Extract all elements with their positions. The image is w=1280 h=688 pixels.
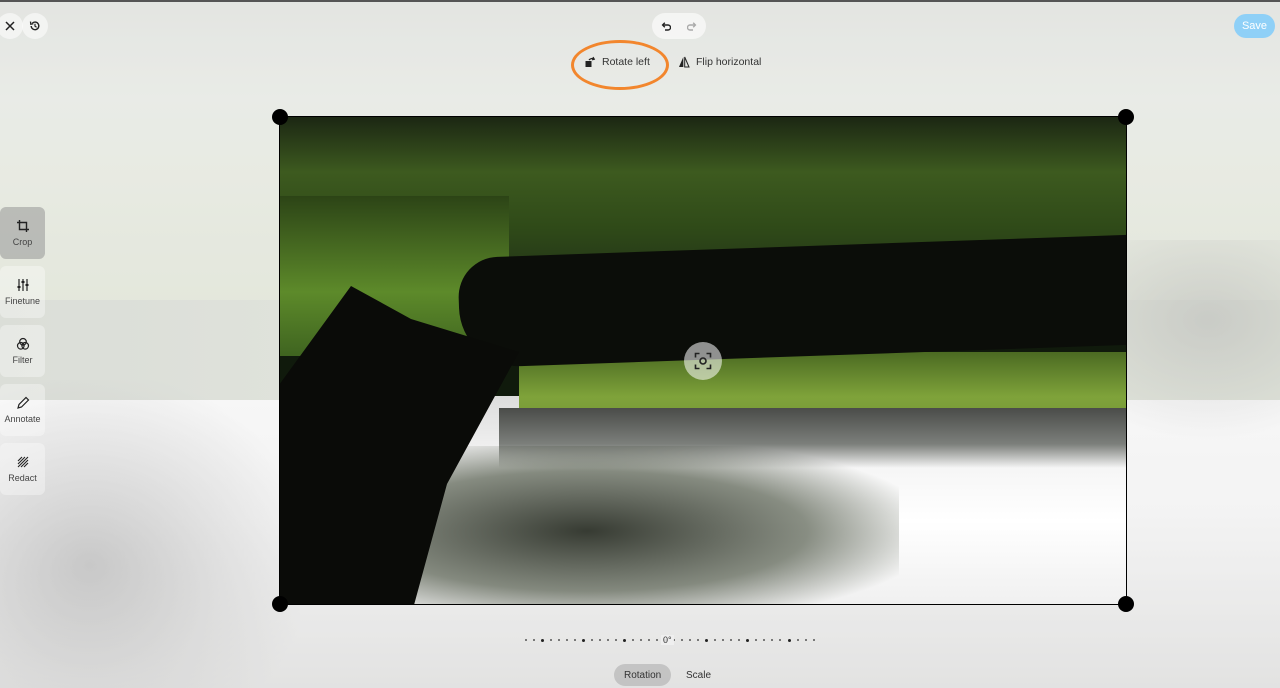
sidebar-item-annotate[interactable]: Annotate (0, 384, 45, 436)
filter-circles-icon (16, 337, 29, 350)
rotation-dial-tick (722, 639, 725, 641)
rotation-value: 0° (661, 635, 674, 645)
sidebar-item-redact[interactable]: Redact (0, 443, 45, 495)
undo-button[interactable] (652, 13, 679, 39)
history-icon (29, 21, 40, 31)
sidebar-item-label: Annotate (4, 414, 41, 424)
crop-icon (16, 220, 29, 232)
sidebar-item-filter[interactable]: Filter (0, 325, 45, 377)
sidebar-item-label: Crop (12, 237, 33, 247)
redo-icon (687, 21, 697, 31)
editor-sidebar: Crop Finetune Filter Annotate Redact (0, 207, 46, 502)
rotation-dial-tick (779, 639, 782, 641)
save-button[interactable]: Save (1234, 14, 1275, 38)
recenter-button[interactable] (684, 342, 722, 380)
revert-button[interactable] (22, 13, 48, 39)
history-controls (652, 13, 706, 39)
rotation-dial-tick (533, 639, 536, 641)
rotation-dial-tick (648, 639, 651, 641)
sidebar-item-label: Redact (8, 473, 37, 483)
rotation-dial-tick (763, 639, 766, 641)
crop-handle-bottom-right[interactable] (1118, 596, 1134, 612)
rotation-dial-tick (697, 639, 700, 641)
window-top-border (0, 0, 1280, 2)
rotation-dial-tick (681, 639, 684, 641)
rotation-dial-tick (599, 639, 602, 641)
sidebar-item-label: Filter (12, 355, 33, 365)
rotation-dial-tick (640, 639, 643, 641)
highlight-annotation (571, 40, 669, 90)
rotation-dial-tick (607, 639, 610, 641)
recenter-icon (694, 352, 712, 370)
rotation-dial-tick (746, 638, 750, 642)
rotation-dial-tick (812, 639, 815, 641)
flip-horizontal-button[interactable]: Flip horizontal (678, 50, 761, 74)
sidebar-item-crop[interactable]: Crop (0, 207, 45, 259)
tab-rotation[interactable]: Rotation (614, 664, 672, 686)
rotation-dial-tick (705, 638, 709, 642)
pencil-icon (16, 396, 29, 409)
rotation-dial-tick (689, 639, 692, 641)
crop-handle-top-left[interactable] (272, 109, 288, 125)
redo-button[interactable] (679, 13, 706, 39)
sliders-icon (17, 279, 28, 291)
rotation-dial-tick (796, 639, 799, 641)
rotation-dial-tick (787, 638, 791, 642)
rotation-dial-tick (566, 639, 569, 641)
flip-horizontal-label: Flip horizontal (696, 56, 762, 68)
rotation-dial-tick (525, 639, 527, 641)
rotation-dial-tick (623, 638, 627, 642)
rotation-dial-tick (550, 639, 553, 641)
rotation-dial-tick (771, 639, 774, 641)
crop-handle-bottom-left[interactable] (272, 596, 288, 612)
crop-handle-top-right[interactable] (1118, 109, 1134, 125)
rotation-dial-tick (615, 639, 618, 641)
rotation-dial-tick (804, 639, 807, 641)
sidebar-item-finetune[interactable]: Finetune (0, 266, 45, 318)
rotation-dial-tick (632, 639, 635, 641)
rotation-dial-tick (714, 639, 717, 641)
rotation-dial-tick (738, 639, 741, 641)
undo-icon (661, 21, 671, 31)
rotation-dial-tick (558, 639, 561, 641)
redact-hatch-icon (17, 456, 28, 468)
rotation-dial-tick (755, 639, 758, 641)
rotation-dial-tick (582, 638, 586, 642)
flip-horizontal-icon (679, 56, 690, 68)
rotation-dial-tick (574, 639, 577, 641)
close-icon (5, 21, 15, 31)
rotation-dial-tick (591, 639, 594, 641)
tab-scale[interactable]: Scale (676, 664, 721, 686)
sidebar-item-label: Finetune (4, 296, 41, 306)
rotation-dial-tick (541, 638, 545, 642)
rotation-dial-tick (730, 639, 733, 641)
rotation-dial-tick (656, 639, 659, 641)
